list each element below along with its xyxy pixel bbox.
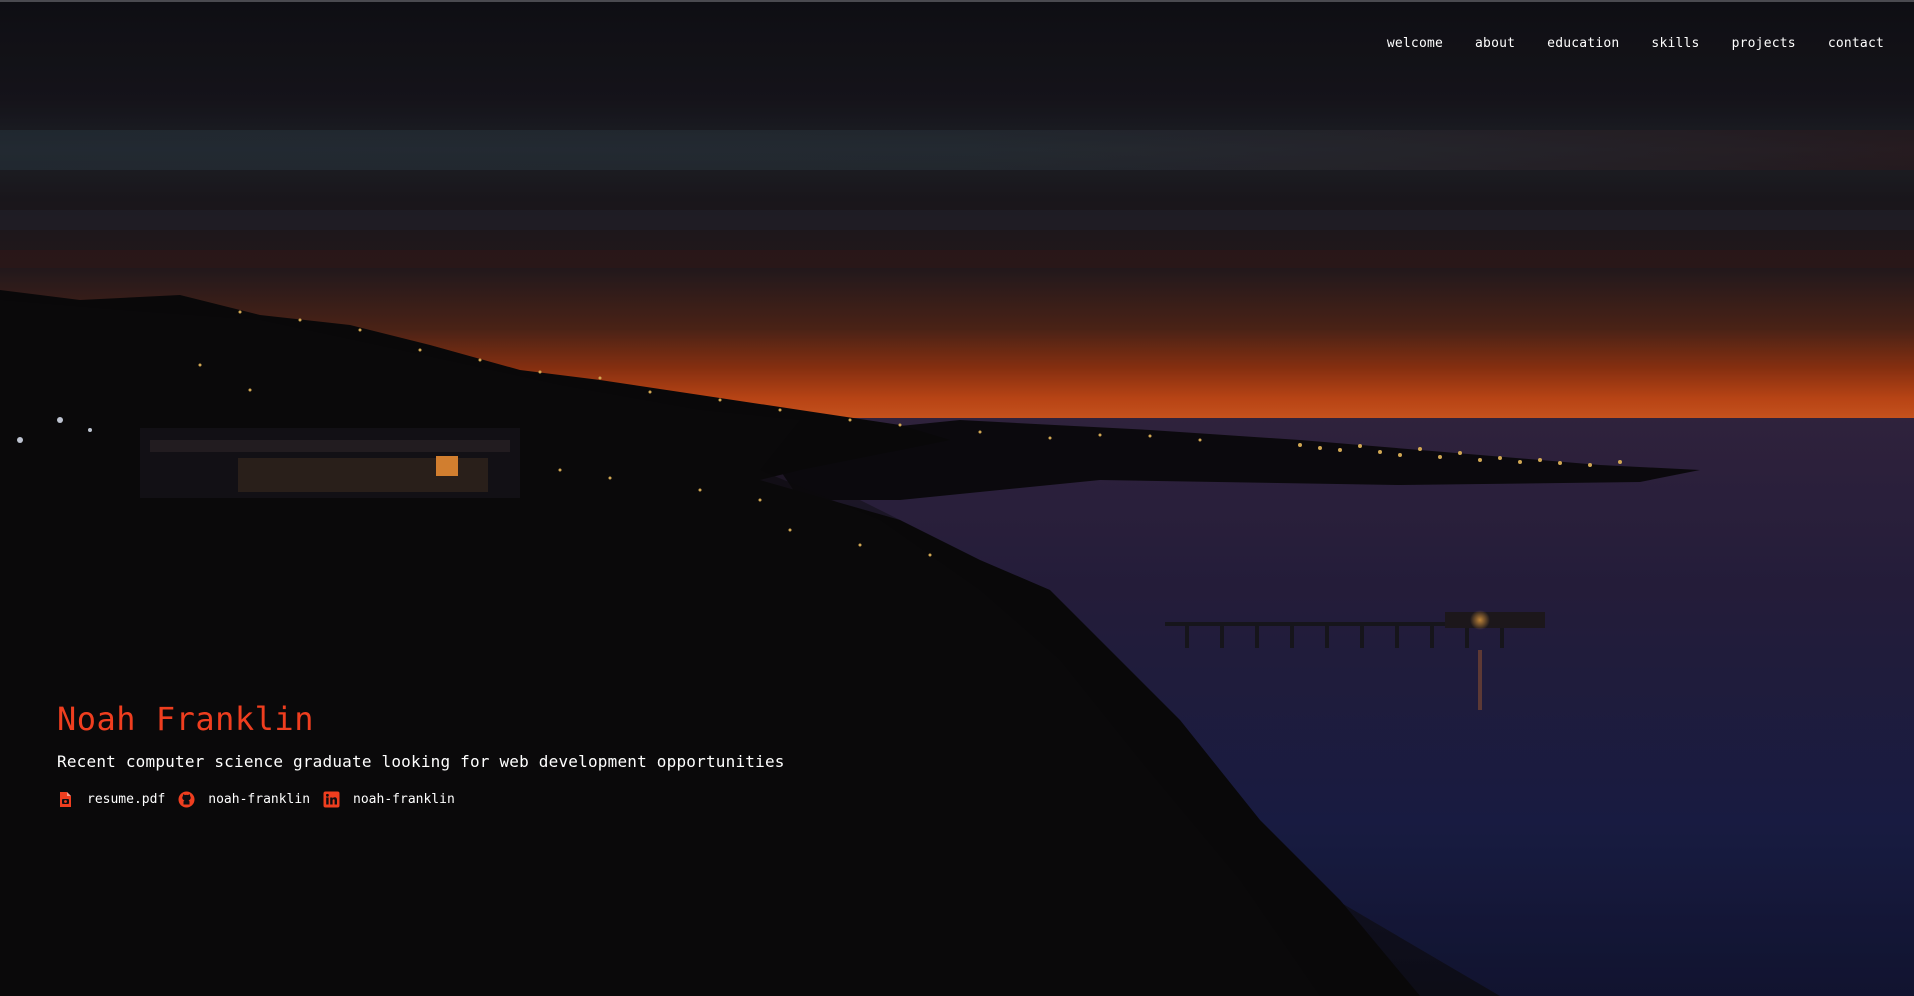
github-link[interactable]: noah-franklin (178, 791, 310, 808)
linkedin-link-label: noah-franklin (353, 792, 455, 807)
linkedin-link[interactable]: noah-franklin (323, 791, 455, 808)
github-link-label: noah-franklin (208, 792, 311, 807)
nav-education[interactable]: education (1547, 36, 1619, 51)
background-photo (0, 0, 1914, 996)
resume-link[interactable]: resume.pdf (57, 791, 165, 808)
file-pdf-icon (57, 791, 74, 808)
intro-block: Noah Franklin Recent computer science gr… (57, 700, 785, 808)
top-border (0, 0, 1914, 2)
github-icon (178, 791, 195, 808)
tagline: Recent computer science graduate looking… (57, 752, 785, 771)
resume-link-label: resume.pdf (87, 792, 166, 807)
hero-section: welcome about education skills projects … (0, 0, 1914, 996)
nav-skills[interactable]: skills (1651, 36, 1699, 51)
profile-links: resume.pdf noah-franklin noah-franklin (57, 791, 785, 808)
linkedin-icon (323, 791, 340, 808)
nav-welcome[interactable]: welcome (1387, 36, 1443, 51)
nav-about[interactable]: about (1475, 36, 1515, 51)
main-nav: welcome about education skills projects … (1355, 36, 1884, 51)
nav-projects[interactable]: projects (1732, 36, 1796, 51)
page-title: Noah Franklin (57, 700, 314, 738)
nav-contact[interactable]: contact (1828, 36, 1884, 51)
